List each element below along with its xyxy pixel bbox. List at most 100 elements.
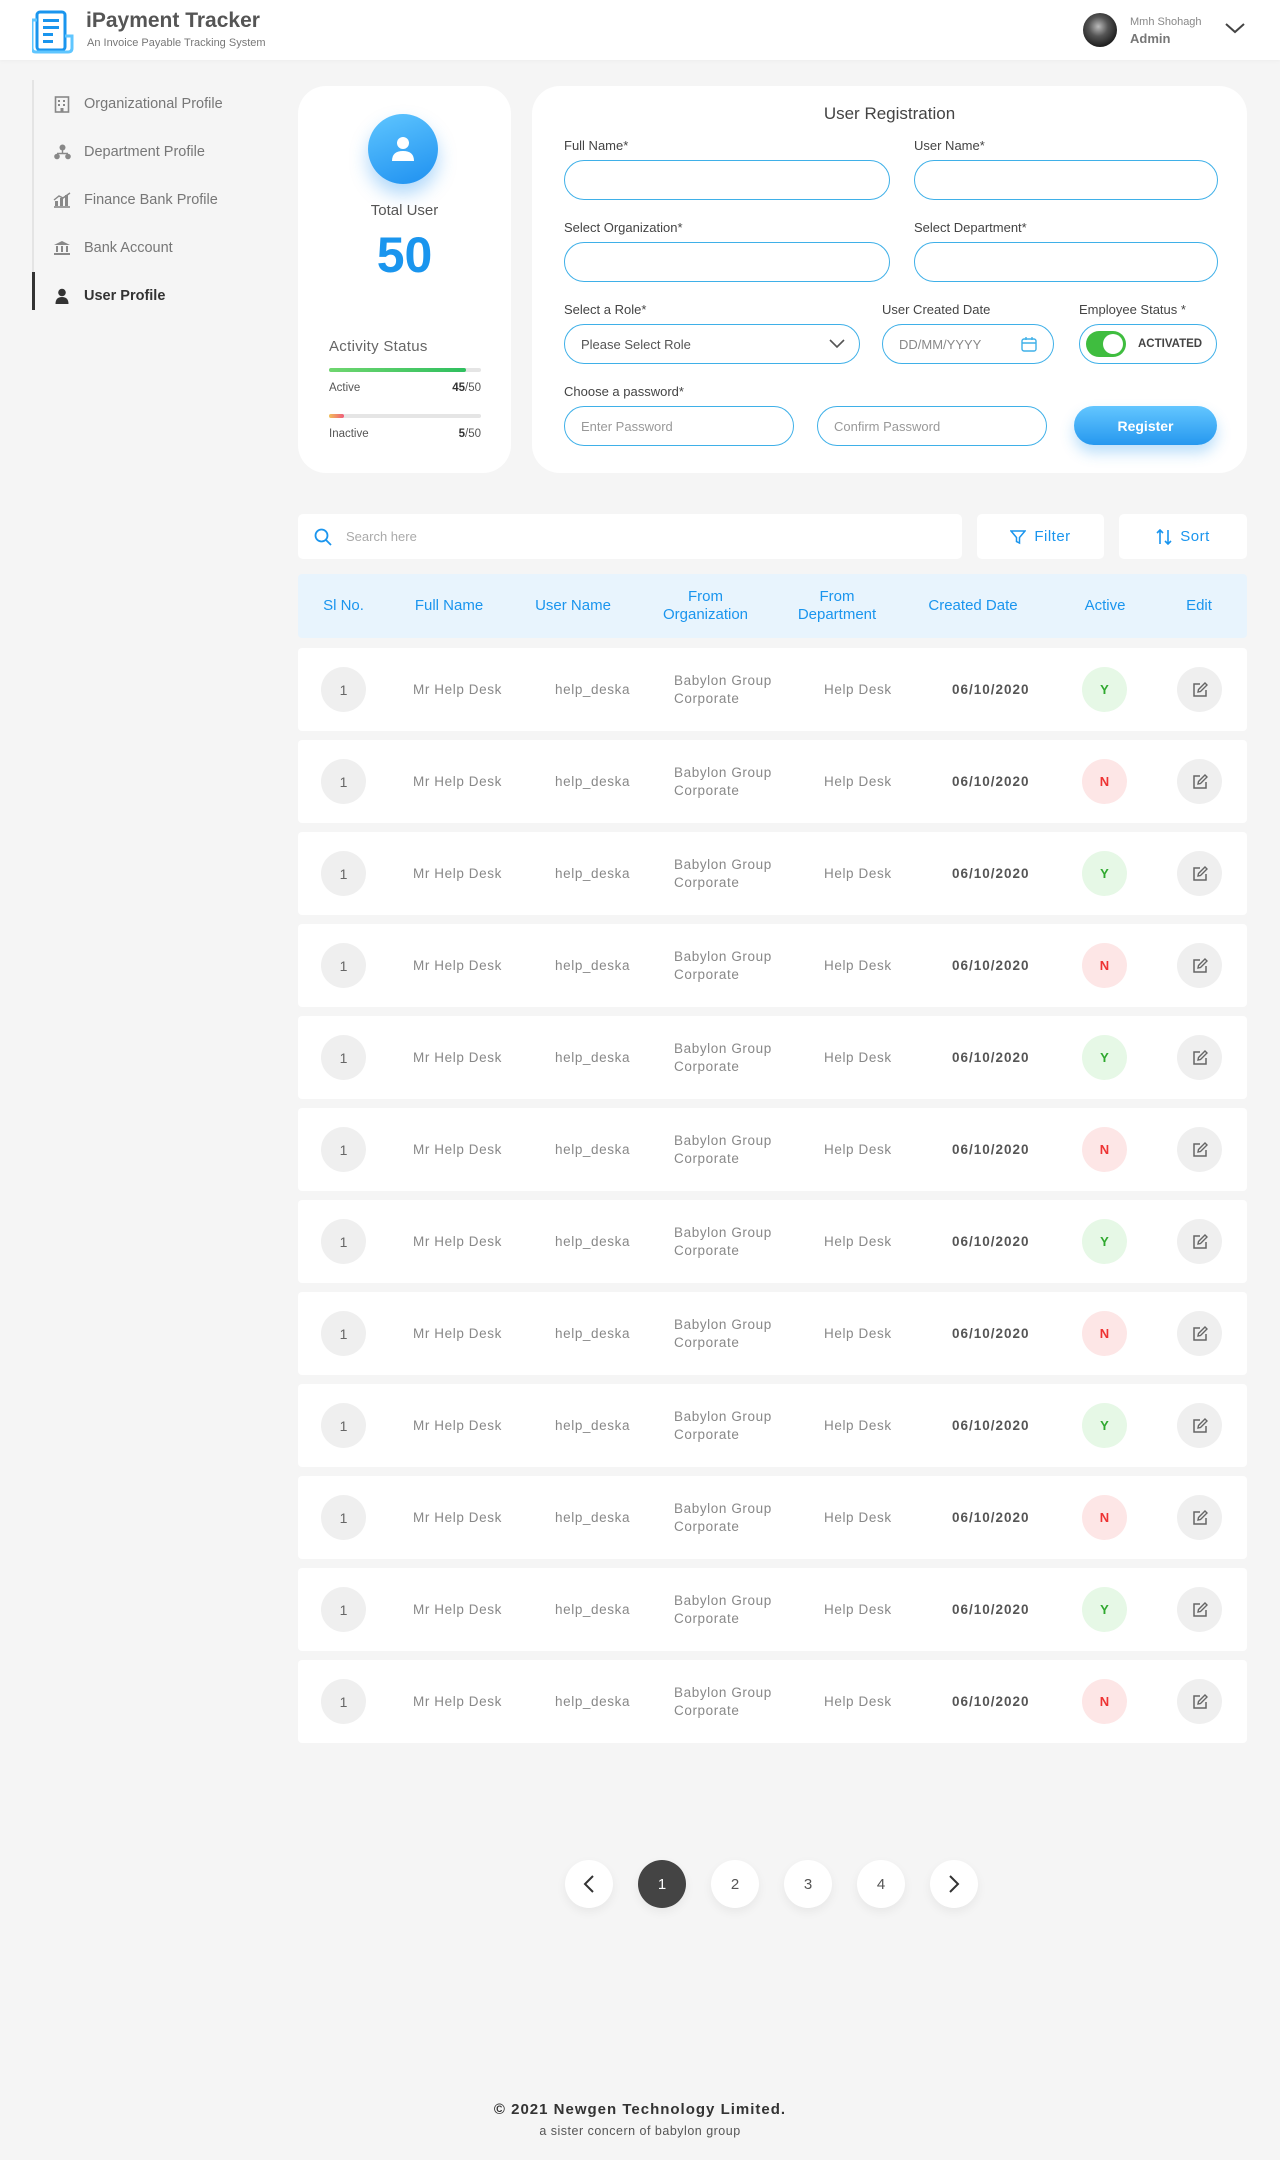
sl-number: 1 [321, 1495, 366, 1540]
organization-line2: Corporate [674, 1242, 740, 1258]
table-row: 1 Mr Help Desk help_deska Babylon Group Corp… [298, 1476, 1247, 1559]
active-status-badge: Y [1082, 667, 1127, 712]
organization-cell: Babylon Group Corporate [674, 648, 772, 731]
edit-button[interactable] [1177, 1403, 1222, 1448]
chevron-down-icon[interactable] [1224, 20, 1246, 36]
table-row: 1 Mr Help Desk help_deska Babylon Group Corp… [298, 924, 1247, 1007]
created-date-cell: 06/10/2020 [952, 774, 1030, 789]
created-date-cell: 06/10/2020 [952, 1234, 1030, 1249]
filter-button[interactable]: Filter [977, 514, 1104, 559]
edit-button[interactable] [1177, 667, 1222, 712]
edit-icon [1192, 957, 1208, 973]
table-row: 1 Mr Help Desk help_deska Babylon Group Corp… [298, 1660, 1247, 1743]
sidebar-item-department-profile[interactable]: Department Profile [32, 128, 262, 176]
header-created-date[interactable]: Created Date [900, 574, 1046, 638]
organization-line2: Corporate [674, 1610, 740, 1626]
full-name-cell: Mr Help Desk [413, 958, 502, 973]
password-input[interactable] [564, 406, 794, 446]
finance-chart-icon [52, 190, 72, 210]
department-input[interactable] [914, 242, 1218, 282]
activity-status-title: Activity Status [329, 338, 428, 355]
employee-status-toggle[interactable]: ACTIVATED [1079, 324, 1217, 364]
created-date-placeholder: DD/MM/YYYY [899, 336, 982, 352]
edit-icon [1192, 1509, 1208, 1525]
full-name-label: Full Name* [564, 138, 629, 153]
sidebar-item-label: Department Profile [84, 144, 205, 160]
calendar-icon[interactable] [1021, 336, 1037, 352]
header-sl-no[interactable]: Sl No. [298, 574, 389, 638]
created-date-cell: 06/10/2020 [952, 682, 1030, 697]
organization-cell: Babylon Group Corporate [674, 1200, 772, 1283]
user-name-cell: help_deska [555, 1050, 631, 1065]
user-name-cell: help_deska [555, 866, 631, 881]
role-select[interactable]: Please Select Role [564, 324, 860, 364]
table-row: 1 Mr Help Desk help_deska Babylon Group Corp… [298, 1568, 1247, 1651]
organization-line2: Corporate [674, 1150, 740, 1166]
page-3-button[interactable]: 3 [784, 1860, 832, 1908]
edit-button[interactable] [1177, 759, 1222, 804]
register-button[interactable]: Register [1074, 406, 1217, 445]
search-input[interactable]: Search here [298, 514, 962, 559]
edit-button[interactable] [1177, 1679, 1222, 1724]
organization-input[interactable] [564, 242, 890, 282]
sidebar-item-finance-bank-profile[interactable]: Finance Bank Profile [32, 176, 262, 224]
organization-line2: Corporate [674, 1058, 740, 1074]
user-name-cell: help_deska [555, 1694, 631, 1709]
sl-number: 1 [321, 851, 366, 896]
sidebar-item-label: User Profile [84, 288, 166, 304]
edit-button[interactable] [1177, 851, 1222, 896]
user-name-cell: help_deska [555, 774, 631, 789]
app-subtitle: An Invoice Payable Tracking System [87, 37, 266, 49]
total-user-card: Total User 50 Activity Status Active 45/… [298, 86, 511, 473]
user-avatar-icon [368, 114, 438, 184]
sidebar-item-user-profile[interactable]: User Profile [32, 272, 262, 320]
sidebar-item-bank-account[interactable]: Bank Account [32, 224, 262, 272]
header-user-name[interactable]: User Name [509, 574, 637, 638]
edit-button[interactable] [1177, 1035, 1222, 1080]
sidebar-item-label: Bank Account [84, 240, 173, 256]
full-name-cell: Mr Help Desk [413, 1234, 502, 1249]
header-active[interactable]: Active [1046, 574, 1164, 638]
full-name-cell: Mr Help Desk [413, 1142, 502, 1157]
organization-line2: Corporate [674, 1702, 740, 1718]
header-from-organization[interactable]: From Organization [637, 574, 774, 638]
avatar[interactable] [1083, 13, 1117, 47]
department-label: Select Department* [914, 220, 1027, 235]
department-cell: Help Desk [824, 1050, 892, 1065]
created-date-cell: 06/10/2020 [952, 1418, 1030, 1433]
prev-page-button[interactable] [565, 1860, 613, 1908]
confirm-password-input[interactable] [817, 406, 1047, 446]
invoice-logo-icon [32, 10, 74, 54]
page-2-button[interactable]: 2 [711, 1860, 759, 1908]
full-name-cell: Mr Help Desk [413, 1050, 502, 1065]
edit-button[interactable] [1177, 1219, 1222, 1264]
user-name-input[interactable] [914, 160, 1218, 200]
toggle-switch[interactable] [1086, 331, 1126, 357]
page-1-button[interactable]: 1 [638, 1860, 686, 1908]
page-4-button[interactable]: 4 [857, 1860, 905, 1908]
header-full-name[interactable]: Full Name [389, 574, 509, 638]
edit-button[interactable] [1177, 1311, 1222, 1356]
sl-number: 1 [321, 1311, 366, 1356]
active-progress-bar [329, 368, 481, 372]
edit-button[interactable] [1177, 1127, 1222, 1172]
edit-button[interactable] [1177, 1587, 1222, 1632]
user-name-cell: help_deska [555, 1602, 631, 1617]
edit-icon [1192, 1325, 1208, 1341]
sl-number: 1 [321, 1127, 366, 1172]
header-from-department[interactable]: From Department [774, 574, 900, 638]
full-name-cell: Mr Help Desk [413, 1602, 502, 1617]
next-page-button[interactable] [930, 1860, 978, 1908]
edit-button[interactable] [1177, 1495, 1222, 1540]
sidebar-item-organizational-profile[interactable]: Organizational Profile [32, 80, 262, 128]
created-date-input[interactable]: DD/MM/YYYY [882, 324, 1054, 364]
user-name-cell: help_deska [555, 1234, 631, 1249]
sort-button[interactable]: Sort [1119, 514, 1247, 559]
user-icon [52, 286, 72, 306]
edit-button[interactable] [1177, 943, 1222, 988]
created-date-cell: 06/10/2020 [952, 1326, 1030, 1341]
header-edit[interactable]: Edit [1164, 574, 1234, 638]
employee-status-label: Employee Status * [1079, 302, 1186, 317]
full-name-cell: Mr Help Desk [413, 1326, 502, 1341]
full-name-input[interactable] [564, 160, 890, 200]
